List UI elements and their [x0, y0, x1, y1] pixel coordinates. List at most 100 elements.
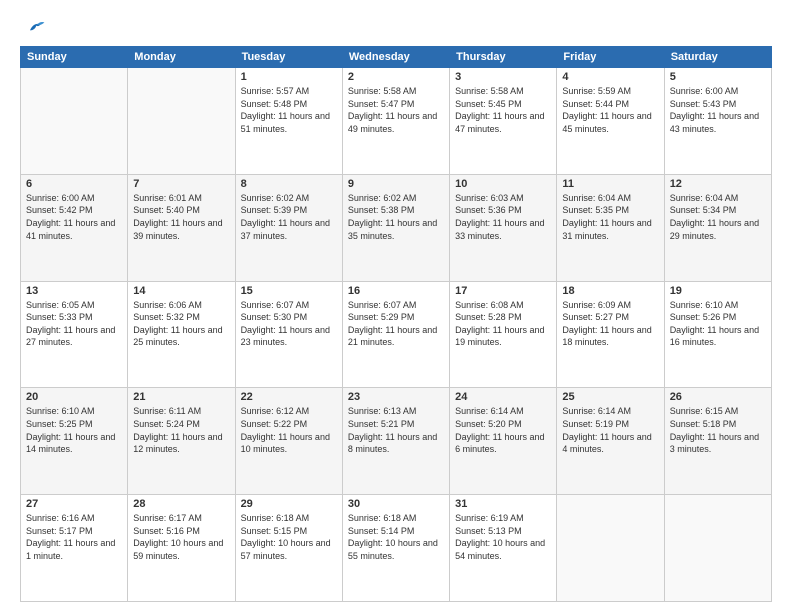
calendar-cell: 18Sunrise: 6:09 AM Sunset: 5:27 PM Dayli… — [557, 281, 664, 388]
day-info: Sunrise: 6:08 AM Sunset: 5:28 PM Dayligh… — [455, 299, 551, 349]
calendar-cell: 28 Sunrise: 6:17 AM Sunset: 5:16 PM Dayli… — [128, 495, 235, 602]
calendar-cell — [557, 495, 664, 602]
calendar-cell — [664, 495, 771, 602]
calendar-cell: 12 Sunrise: 6:04 AM Sunset: 5:34 PM Dayli… — [664, 174, 771, 281]
calendar-cell — [128, 68, 235, 175]
calendar-cell: 23Sunrise: 6:13 AM Sunset: 5:21 PM Dayli… — [342, 388, 449, 495]
day-number: 3 — [455, 71, 551, 83]
day-number: 18 — [562, 285, 658, 297]
logo — [20, 16, 46, 36]
day-info: Sunrise: 6:14 AM Sunset: 5:20 PM Dayligh… — [455, 405, 551, 455]
calendar-day-header: Sunday — [21, 47, 128, 68]
calendar-cell: 1 Sunrise: 5:57 AM Sunset: 5:48 PM Daylig… — [235, 68, 342, 175]
day-number: 11 — [562, 178, 658, 190]
day-info: Sunrise: 6:07 AM Sunset: 5:29 PM Dayligh… — [348, 299, 444, 349]
day-info: Sunrise: 6:16 AM Sunset: 5:17 PM Dayligh… — [26, 512, 122, 562]
day-number: 2 — [348, 71, 444, 83]
day-number: 27 — [26, 498, 122, 510]
day-info: Sunrise: 6:17 AM Sunset: 5:16 PM Dayligh… — [133, 512, 229, 562]
calendar-cell: 8 Sunrise: 6:02 AM Sunset: 5:39 PM Daylig… — [235, 174, 342, 281]
calendar-cell: 19Sunrise: 6:10 AM Sunset: 5:26 PM Dayli… — [664, 281, 771, 388]
day-info: Sunrise: 5:58 AM Sunset: 5:47 PM Dayligh… — [348, 85, 444, 135]
day-number: 5 — [670, 71, 766, 83]
calendar-cell: 26 Sunrise: 6:15 AM Sunset: 5:18 PM Dayli… — [664, 388, 771, 495]
calendar-cell: 31 Sunrise: 6:19 AM Sunset: 5:13 PM Dayli… — [450, 495, 557, 602]
day-info: Sunrise: 6:02 AM Sunset: 5:39 PM Dayligh… — [241, 192, 337, 242]
calendar-cell: 27 Sunrise: 6:16 AM Sunset: 5:17 PM Dayli… — [21, 495, 128, 602]
calendar-cell: 13 Sunrise: 6:05 AM Sunset: 5:33 PM Dayli… — [21, 281, 128, 388]
day-number: 1 — [241, 71, 337, 83]
day-info: Sunrise: 6:04 AM Sunset: 5:34 PM Dayligh… — [670, 192, 766, 242]
logo-bird-icon — [22, 16, 46, 40]
day-number: 7 — [133, 178, 229, 190]
calendar-week-row: 13 Sunrise: 6:05 AM Sunset: 5:33 PM Dayli… — [21, 281, 772, 388]
day-number: 6 — [26, 178, 122, 190]
day-number: 15 — [241, 285, 337, 297]
calendar-cell: 16 Sunrise: 6:07 AM Sunset: 5:29 PM Dayli… — [342, 281, 449, 388]
calendar-cell: 3 Sunrise: 5:58 AM Sunset: 5:45 PM Daylig… — [450, 68, 557, 175]
day-info: Sunrise: 5:57 AM Sunset: 5:48 PM Dayligh… — [241, 85, 337, 135]
day-number: 21 — [133, 391, 229, 403]
day-number: 12 — [670, 178, 766, 190]
calendar-cell: 14Sunrise: 6:06 AM Sunset: 5:32 PM Dayli… — [128, 281, 235, 388]
day-number: 23 — [348, 391, 444, 403]
day-number: 16 — [348, 285, 444, 297]
day-info: Sunrise: 5:59 AM Sunset: 5:44 PM Dayligh… — [562, 85, 658, 135]
day-info: Sunrise: 5:58 AM Sunset: 5:45 PM Dayligh… — [455, 85, 551, 135]
calendar-week-row: 27 Sunrise: 6:16 AM Sunset: 5:17 PM Dayli… — [21, 495, 772, 602]
day-number: 28 — [133, 498, 229, 510]
day-info: Sunrise: 6:19 AM Sunset: 5:13 PM Dayligh… — [455, 512, 551, 562]
calendar-day-header: Tuesday — [235, 47, 342, 68]
day-number: 26 — [670, 391, 766, 403]
calendar-cell: 6 Sunrise: 6:00 AM Sunset: 5:42 PM Daylig… — [21, 174, 128, 281]
calendar-cell: 2 Sunrise: 5:58 AM Sunset: 5:47 PM Daylig… — [342, 68, 449, 175]
day-number: 14 — [133, 285, 229, 297]
day-number: 22 — [241, 391, 337, 403]
day-number: 31 — [455, 498, 551, 510]
calendar-day-header: Friday — [557, 47, 664, 68]
day-number: 8 — [241, 178, 337, 190]
day-number: 25 — [562, 391, 658, 403]
day-info: Sunrise: 6:01 AM Sunset: 5:40 PM Dayligh… — [133, 192, 229, 242]
calendar-cell: 15 Sunrise: 6:07 AM Sunset: 5:30 PM Dayli… — [235, 281, 342, 388]
calendar-table: SundayMondayTuesdayWednesdayThursdayFrid… — [20, 46, 772, 602]
calendar-week-row: 6 Sunrise: 6:00 AM Sunset: 5:42 PM Daylig… — [21, 174, 772, 281]
day-info: Sunrise: 6:11 AM Sunset: 5:24 PM Dayligh… — [133, 405, 229, 455]
day-info: Sunrise: 6:18 AM Sunset: 5:15 PM Dayligh… — [241, 512, 337, 562]
calendar-cell: 11 Sunrise: 6:04 AM Sunset: 5:35 PM Dayli… — [557, 174, 664, 281]
calendar-cell: 20 Sunrise: 6:10 AM Sunset: 5:25 PM Dayli… — [21, 388, 128, 495]
header — [20, 16, 772, 36]
day-number: 17 — [455, 285, 551, 297]
calendar-day-header: Monday — [128, 47, 235, 68]
calendar-day-header: Thursday — [450, 47, 557, 68]
day-info: Sunrise: 6:14 AM Sunset: 5:19 PM Dayligh… — [562, 405, 658, 455]
day-number: 29 — [241, 498, 337, 510]
day-number: 4 — [562, 71, 658, 83]
calendar-cell: 5Sunrise: 6:00 AM Sunset: 5:43 PM Daylig… — [664, 68, 771, 175]
day-info: Sunrise: 6:10 AM Sunset: 5:25 PM Dayligh… — [26, 405, 122, 455]
day-number: 30 — [348, 498, 444, 510]
day-number: 20 — [26, 391, 122, 403]
day-info: Sunrise: 6:10 AM Sunset: 5:26 PM Dayligh… — [670, 299, 766, 349]
calendar-cell: 4 Sunrise: 5:59 AM Sunset: 5:44 PM Daylig… — [557, 68, 664, 175]
calendar-week-row: 1 Sunrise: 5:57 AM Sunset: 5:48 PM Daylig… — [21, 68, 772, 175]
day-info: Sunrise: 6:00 AM Sunset: 5:42 PM Dayligh… — [26, 192, 122, 242]
calendar-week-row: 20 Sunrise: 6:10 AM Sunset: 5:25 PM Dayli… — [21, 388, 772, 495]
day-info: Sunrise: 6:04 AM Sunset: 5:35 PM Dayligh… — [562, 192, 658, 242]
day-number: 10 — [455, 178, 551, 190]
calendar-cell: 21 Sunrise: 6:11 AM Sunset: 5:24 PM Dayli… — [128, 388, 235, 495]
calendar-cell: 7 Sunrise: 6:01 AM Sunset: 5:40 PM Daylig… — [128, 174, 235, 281]
day-info: Sunrise: 6:12 AM Sunset: 5:22 PM Dayligh… — [241, 405, 337, 455]
day-info: Sunrise: 6:05 AM Sunset: 5:33 PM Dayligh… — [26, 299, 122, 349]
day-info: Sunrise: 6:07 AM Sunset: 5:30 PM Dayligh… — [241, 299, 337, 349]
day-info: Sunrise: 6:02 AM Sunset: 5:38 PM Dayligh… — [348, 192, 444, 242]
calendar-cell: 9Sunrise: 6:02 AM Sunset: 5:38 PM Daylig… — [342, 174, 449, 281]
day-number: 13 — [26, 285, 122, 297]
calendar-cell: 29 Sunrise: 6:18 AM Sunset: 5:15 PM Dayli… — [235, 495, 342, 602]
page: SundayMondayTuesdayWednesdayThursdayFrid… — [0, 0, 792, 612]
calendar-header-row: SundayMondayTuesdayWednesdayThursdayFrid… — [21, 47, 772, 68]
calendar-cell: 22 Sunrise: 6:12 AM Sunset: 5:22 PM Dayli… — [235, 388, 342, 495]
day-number: 24 — [455, 391, 551, 403]
day-info: Sunrise: 6:15 AM Sunset: 5:18 PM Dayligh… — [670, 405, 766, 455]
day-info: Sunrise: 6:18 AM Sunset: 5:14 PM Dayligh… — [348, 512, 444, 562]
